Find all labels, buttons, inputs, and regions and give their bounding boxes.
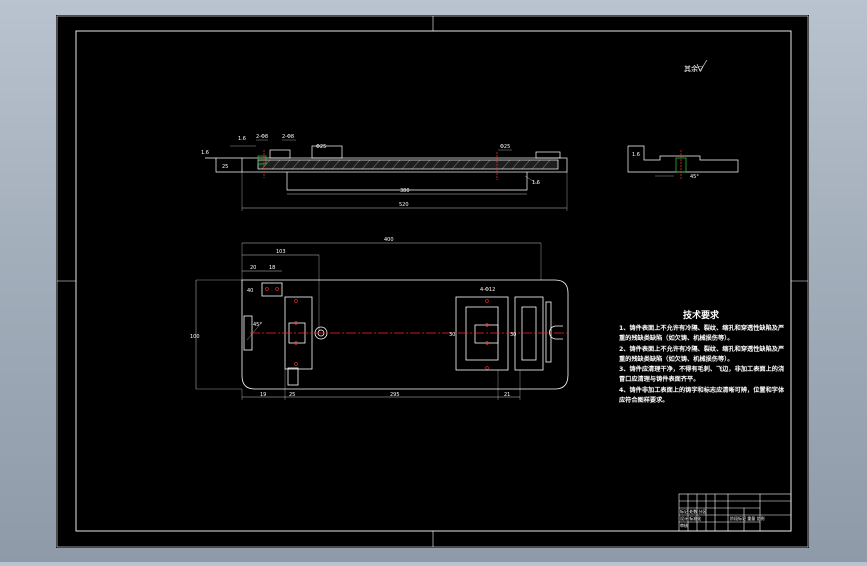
dim-30-mid: 30 [449,332,455,338]
side-dim-1-6: 1.6 [632,152,640,158]
dim-520: 520 [399,202,409,208]
dim-25: 25 [222,164,228,170]
side-dim-45: 45° [690,174,699,180]
dim-25-bottom: 25 [289,392,295,398]
dim-1-6-c: 1.6 [532,180,540,186]
title-block-label-1: 标记 处数 分区 [680,508,707,514]
dim-30-slot: 30 [510,332,516,338]
technical-notes: 1、铸件表面上不允许有冷隔、裂纹、缩孔和穿透性缺陷及严重的残缺类缺陷（如欠铸、机… [619,324,789,406]
title-block-label-2: 设计 标准化 [680,515,701,521]
note-item-1: 1、铸件表面上不允许有冷隔、裂纹、缩孔和穿透性缺陷及严重的残缺类缺陷（如欠铸、机… [619,325,785,343]
dim-295: 295 [390,392,400,398]
dim-2-phi8-b: 2-Φ8 [282,134,294,140]
cad-viewport: 其余▽ 380 520 2-Φ8 2-Φ8 Φ25 Φ25 1.6 1.6 1.… [0,0,867,562]
dim-1-6-a: 1.6 [238,136,246,142]
title-block-label-4: 阶段标记 重量 比例 [730,515,765,521]
drawing-sheet [56,15,809,548]
dim-100: 100 [190,334,200,340]
roughness-mark: 其余▽ [684,64,704,73]
dim-4-phi12: 4-Φ12 [480,287,495,293]
notes-title: 技术要求 [683,309,720,321]
drawing-canvas: 其余▽ 380 520 2-Φ8 2-Φ8 Φ25 Φ25 1.6 1.6 1.… [56,15,809,548]
dim-40: 40 [247,288,253,294]
dim-103: 103 [276,249,286,255]
dim-18: 18 [269,265,275,271]
dim-45-angle: 45° [253,322,262,328]
dim-19: 19 [260,392,266,398]
dim-20: 20 [250,265,256,271]
dim-2-phi8-a: 2-Φ8 [256,134,268,140]
dim-phi25-b: Φ25 [500,144,510,150]
note-item-3: 3、铸件应清理干净，不得有毛刺、飞边，非加工表面上的浇冒口应清理与铸件表面齐平。 [619,366,785,384]
dim-400: 400 [384,237,394,243]
title-block-label-3: 审核 [680,522,688,528]
dim-21: 21 [504,392,510,398]
dim-380: 380 [400,188,410,194]
note-item-4: 4、铸件非加工表面上的铸字和标志应清晰可辨，位置和字体应符合图样要求。 [619,386,785,405]
note-item-2: 2、铸件表面上不允许有冷隔、裂纹、缩孔和穿透性缺陷及严重的残缺类缺陷（如欠铸、机… [619,345,785,363]
dim-phi25-a: Φ25 [316,144,326,150]
dim-1-6-b: 1.6 [201,150,209,156]
